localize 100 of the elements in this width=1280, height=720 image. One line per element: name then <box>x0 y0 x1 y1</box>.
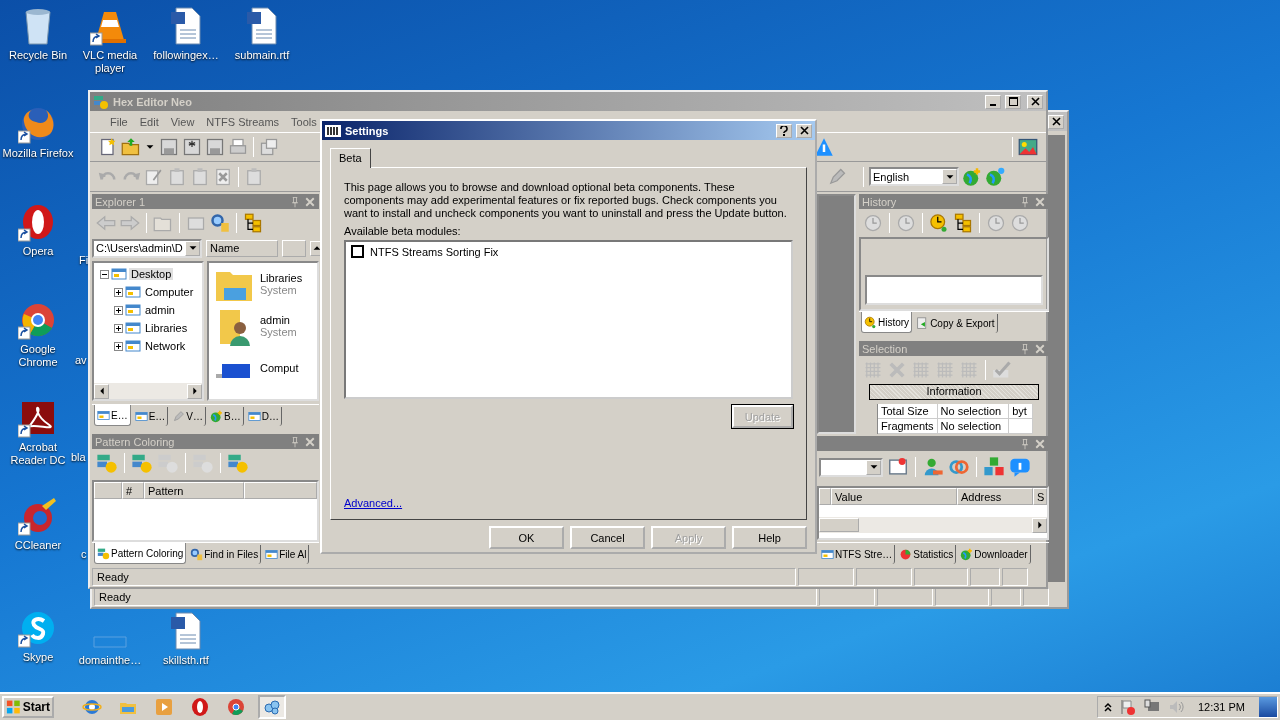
expand-icon[interactable] <box>114 341 123 351</box>
clock-icon[interactable] <box>986 213 1006 233</box>
scrollbar[interactable] <box>819 517 1047 533</box>
tree-item[interactable]: Desktop <box>129 268 174 280</box>
dialog-button[interactable]: Cancel <box>570 526 645 549</box>
panel-tab[interactable]: E… <box>94 405 131 426</box>
file-name[interactable]: Libraries <box>260 272 303 284</box>
column-header[interactable] <box>244 482 317 499</box>
show-desktop-button[interactable] <box>1259 697 1277 717</box>
column-header[interactable]: Value <box>831 488 957 505</box>
tree-item[interactable]: admin <box>143 304 177 316</box>
picture-icon[interactable] <box>1018 137 1038 157</box>
folder-icon[interactable] <box>121 137 141 157</box>
pattern-icon[interactable] <box>131 452 153 474</box>
tree-icon[interactable] <box>953 213 973 233</box>
desktop-icon-label[interactable]: Mozilla Firefox <box>2 147 74 160</box>
pin-icon[interactable] <box>289 195 301 208</box>
clipboard-icon[interactable] <box>190 166 210 187</box>
back-arrow-icon[interactable] <box>96 213 116 233</box>
flag-icon[interactable] <box>1119 699 1136 715</box>
column-header[interactable]: S <box>1033 488 1047 505</box>
close-icon[interactable] <box>1034 342 1046 355</box>
menu-item[interactable]: Edit <box>133 115 165 128</box>
file-icon[interactable] <box>887 456 909 478</box>
tree-item[interactable]: Computer <box>143 286 196 298</box>
dialog-tab[interactable]: Beta <box>330 148 371 168</box>
desktop-icon-label[interactable]: VLC media player <box>72 49 148 75</box>
maximize-button[interactable] <box>1005 94 1021 109</box>
panel-tab[interactable]: D… <box>245 407 282 426</box>
info-icon[interactable] <box>1009 456 1031 478</box>
panel-tab[interactable]: NTFS Stre… <box>819 545 896 564</box>
menu-item[interactable]: View <box>164 115 201 128</box>
clock-icon[interactable] <box>1010 213 1030 233</box>
help-button[interactable] <box>776 123 792 138</box>
desktop-icon-label[interactable]: domainthe… <box>78 654 142 667</box>
column-header[interactable] <box>94 482 122 499</box>
check-icon[interactable] <box>992 360 1012 380</box>
panel-tab[interactable]: Downloader <box>958 545 1031 564</box>
value-dropdown[interactable] <box>819 457 883 477</box>
clock-icon[interactable] <box>896 213 916 233</box>
clock-icon[interactable] <box>929 213 949 233</box>
panel-tab[interactable]: Statistics <box>897 545 957 564</box>
close-icon[interactable] <box>1034 195 1046 208</box>
path-dropdown[interactable]: C:\Users\admin\D <box>92 238 202 258</box>
dialog-button[interactable]: OK <box>489 526 564 549</box>
expand-icon[interactable] <box>114 305 123 315</box>
pin-icon[interactable] <box>1019 437 1031 450</box>
globe-icon[interactable] <box>962 166 982 187</box>
dialog-button[interactable]: Help <box>732 526 807 549</box>
pattern-icon[interactable] <box>96 452 118 474</box>
panel-tab[interactable]: E… <box>132 407 169 426</box>
panel-tab[interactable]: History <box>861 312 913 333</box>
start-button[interactable]: Start <box>2 696 54 718</box>
desktop-icon-label[interactable]: submain.rtf <box>234 49 290 62</box>
desktop-icon-label[interactable]: Recycle Bin <box>8 49 68 62</box>
desktop-icon-label[interactable]: skillsth.rtf <box>163 654 209 667</box>
menu-item[interactable]: File <box>104 115 134 128</box>
window-icon[interactable] <box>259 137 279 157</box>
pen-icon[interactable] <box>827 166 847 187</box>
search-icon[interactable] <box>210 213 230 233</box>
scroll-thumb[interactable] <box>819 518 859 532</box>
close-icon[interactable] <box>1034 437 1046 450</box>
desktop-icon-label[interactable]: av <box>75 354 87 366</box>
collapse-icon[interactable] <box>100 269 109 279</box>
clipboard-icon[interactable] <box>167 166 187 187</box>
panel-tab[interactable]: Pattern Coloring <box>94 543 187 564</box>
pin-icon[interactable] <box>289 435 301 448</box>
expand-icon[interactable] <box>114 287 123 297</box>
delete-icon[interactable] <box>213 166 233 187</box>
column-header[interactable]: Name <box>206 239 278 257</box>
volume-icon[interactable] <box>1167 699 1184 715</box>
history-field[interactable] <box>865 275 1043 305</box>
desktop-icon-label[interactable]: CCleaner <box>14 539 62 552</box>
column-header[interactable]: Address <box>957 488 1033 505</box>
close-button[interactable] <box>1027 94 1043 109</box>
desktop-icon-label[interactable]: Google Chrome <box>0 343 76 369</box>
cubes-icon[interactable] <box>983 456 1005 478</box>
column-header[interactable]: Pattern <box>144 482 244 499</box>
tree-item[interactable]: Network <box>143 340 188 352</box>
file-name[interactable]: Comput <box>260 362 299 374</box>
pin-icon[interactable] <box>1019 195 1031 208</box>
user-icon[interactable] <box>922 456 944 478</box>
desktop-icon-label[interactable]: bla <box>71 451 86 463</box>
chevron-up-icon[interactable] <box>1103 702 1112 712</box>
forward-arrow-icon[interactable] <box>120 213 140 233</box>
desktop-icon-label[interactable]: followingex… <box>153 49 219 62</box>
panel-tab[interactable]: File Al <box>263 545 310 564</box>
desktop-icon-label[interactable]: c <box>81 548 87 560</box>
file-name[interactable]: admin <box>260 314 297 326</box>
desktop-icon-label[interactable]: Fi <box>79 254 89 266</box>
panel-tab[interactable]: B… <box>208 407 244 426</box>
printer-icon[interactable] <box>228 137 248 157</box>
clock-icon[interactable] <box>863 213 883 233</box>
tree-item[interactable]: Libraries <box>143 322 190 334</box>
advanced-link[interactable]: Advanced... <box>344 497 403 509</box>
column-header[interactable]: # <box>122 482 144 499</box>
minimize-button[interactable] <box>985 94 1001 109</box>
desktop-icon-label[interactable]: Skype <box>22 651 54 664</box>
information-button[interactable]: Information <box>869 384 1039 400</box>
desktop-icon-label[interactable]: Opera <box>22 245 54 258</box>
